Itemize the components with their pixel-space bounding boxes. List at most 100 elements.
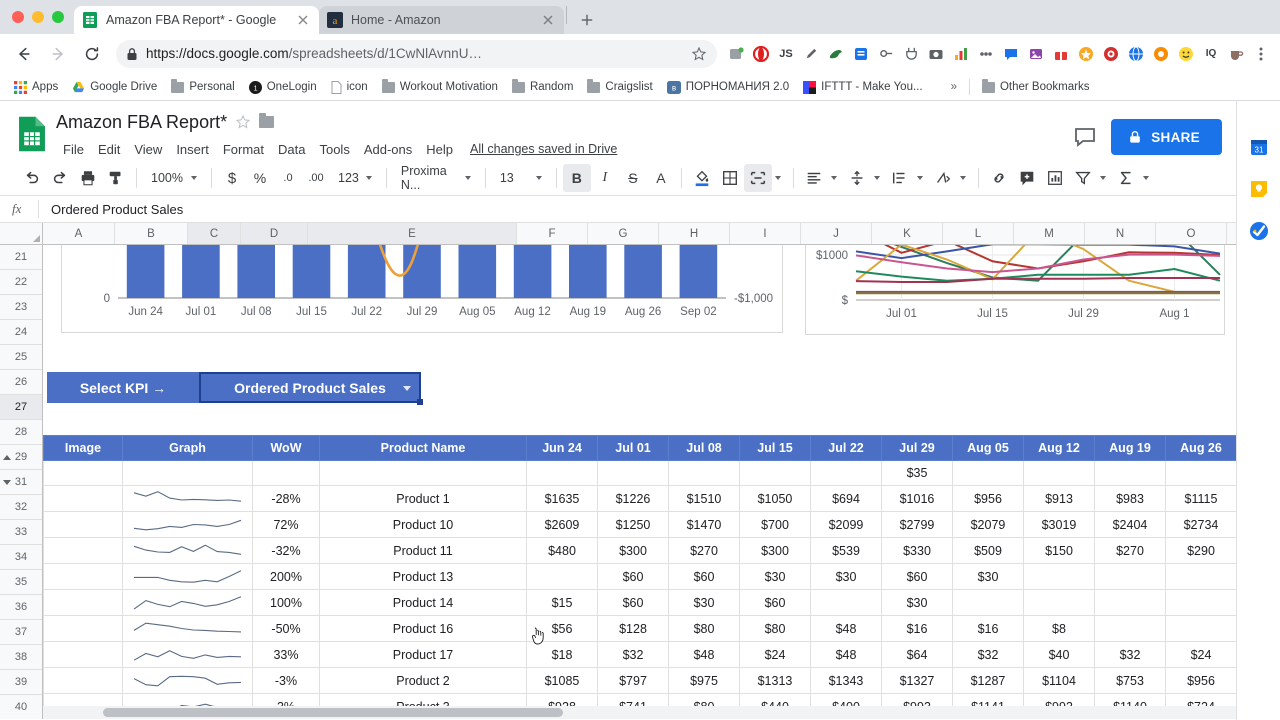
smiley-icon[interactable]: [1175, 43, 1197, 65]
cell-value[interactable]: $80: [739, 615, 811, 642]
cell-value[interactable]: $956: [1165, 667, 1237, 694]
column-header-i[interactable]: I: [730, 223, 801, 244]
row-header-37[interactable]: 37: [0, 620, 42, 645]
cell-value[interactable]: $913: [1023, 485, 1095, 512]
selection-fill-handle[interactable]: [417, 399, 423, 405]
star-icon[interactable]: [235, 114, 251, 130]
column-header-d[interactable]: D: [241, 223, 308, 244]
maximize-window-button[interactable]: [52, 11, 64, 23]
page-title[interactable]: Amazon FBA Report*: [56, 112, 227, 133]
menu-file[interactable]: File: [56, 139, 91, 160]
cell-value[interactable]: $30: [810, 563, 882, 590]
column-header-e[interactable]: E: [308, 223, 517, 244]
share-button[interactable]: SHARE: [1111, 119, 1222, 155]
bookmark-personal[interactable]: Personal: [165, 78, 240, 96]
keep-icon[interactable]: [1247, 177, 1271, 201]
kpi-dropdown[interactable]: Ordered Product Sales: [199, 372, 423, 405]
col-aug-26[interactable]: Aug 26: [1165, 435, 1237, 461]
globe-icon[interactable]: [1125, 43, 1147, 65]
col-jul-29[interactable]: Jul 29: [881, 435, 953, 461]
bars-icon[interactable]: [950, 43, 972, 65]
chevron-down-icon[interactable]: [830, 176, 837, 180]
cell-value[interactable]: [1094, 615, 1166, 642]
borders-button[interactable]: [716, 164, 744, 192]
col-aug-05[interactable]: Aug 05: [952, 435, 1024, 461]
cell-value[interactable]: $1115: [1165, 485, 1237, 512]
cell-value[interactable]: $2099: [810, 511, 882, 538]
row-header-27[interactable]: 27: [0, 395, 42, 420]
bird-icon[interactable]: [825, 43, 847, 65]
paint-format-button[interactable]: [102, 164, 130, 192]
bookmark-icon[interactable]: icon: [325, 78, 374, 97]
bookmark-other-bookmarks[interactable]: Other Bookmarks: [976, 78, 1095, 96]
increase-decimal-button[interactable]: .00: [302, 164, 330, 192]
cell-wow[interactable]: [252, 460, 320, 486]
cell-value[interactable]: $1050: [739, 485, 811, 512]
cell-value[interactable]: $1250: [597, 511, 669, 538]
cell-value[interactable]: $1226: [597, 485, 669, 512]
cell-value[interactable]: [1165, 563, 1237, 590]
cell-value[interactable]: $2079: [952, 511, 1024, 538]
filter-button[interactable]: [1069, 164, 1097, 192]
table-row[interactable]: -3% Product 2 $1085 $797 $975 $1313 $1343 $1327…: [43, 667, 1237, 694]
bookmark-random[interactable]: Random: [506, 78, 579, 96]
cell-value[interactable]: $1327: [881, 667, 953, 694]
forward-button[interactable]: [42, 38, 74, 70]
bar-chart[interactable]: 0250$0-$1,000Jun 24Jul 01Jul 08Jul 15Jul…: [61, 245, 783, 333]
cell-value[interactable]: $2734: [1165, 511, 1237, 538]
close-icon[interactable]: [295, 12, 311, 28]
row-header-23[interactable]: 23: [0, 295, 42, 320]
insert-link-button[interactable]: [985, 164, 1013, 192]
italic-button[interactable]: I: [591, 164, 619, 192]
cell-value[interactable]: $30: [881, 589, 953, 616]
row-header-35[interactable]: 35: [0, 570, 42, 595]
cell-image[interactable]: [43, 641, 123, 668]
cell-image[interactable]: [43, 563, 123, 590]
menu-help[interactable]: Help: [419, 139, 460, 160]
col-jul-15[interactable]: Jul 15: [739, 435, 811, 461]
col-jul-01[interactable]: Jul 01: [597, 435, 669, 461]
horizontal-scrollbar[interactable]: [43, 706, 1267, 719]
col-aug-12[interactable]: Aug 12: [1023, 435, 1095, 461]
table-row[interactable]: -28% Product 1 $1635 $1226 $1510 $1050 $694 $10…: [43, 485, 1237, 512]
tasks-icon[interactable]: [1247, 219, 1271, 243]
row-header-40[interactable]: 40: [0, 695, 42, 719]
cell-sparkline[interactable]: [122, 589, 253, 616]
vertical-align-button[interactable]: [843, 164, 871, 192]
cell-value[interactable]: $1510: [668, 485, 740, 512]
cell-value[interactable]: $60: [597, 563, 669, 590]
bookmark-workout-motivation[interactable]: Workout Motivation: [376, 78, 504, 96]
row-header-32[interactable]: 32: [0, 495, 42, 520]
row-header-28[interactable]: 28: [0, 420, 42, 445]
cell-value[interactable]: $700: [739, 511, 811, 538]
row-header-33[interactable]: 33: [0, 520, 42, 545]
row-header-24[interactable]: 24: [0, 320, 42, 345]
cell-image[interactable]: [43, 537, 123, 564]
cell-value[interactable]: [1023, 460, 1095, 486]
new-tab-button[interactable]: [573, 6, 601, 34]
cell-value[interactable]: $2404: [1094, 511, 1166, 538]
decrease-decimal-button[interactable]: .0: [274, 164, 302, 192]
menu-view[interactable]: View: [127, 139, 169, 160]
target-icon[interactable]: [1100, 43, 1122, 65]
row-header-39[interactable]: 39: [0, 670, 42, 695]
column-header-c[interactable]: C: [188, 223, 241, 244]
cell-image[interactable]: [43, 589, 123, 616]
col-graph[interactable]: Graph: [122, 435, 253, 461]
cell-value[interactable]: $32: [1094, 641, 1166, 668]
table-row[interactable]: 200% Product 13 $60 $60 $30 $30 $60 $30: [43, 563, 1237, 590]
undo-button[interactable]: [18, 164, 46, 192]
star-icon[interactable]: [691, 46, 707, 62]
cell-value[interactable]: $1085: [526, 667, 598, 694]
cell-value[interactable]: $24: [1165, 641, 1237, 668]
col-jul-08[interactable]: Jul 08: [668, 435, 740, 461]
bookmark-google-drive[interactable]: Google Drive: [66, 78, 163, 97]
menu-addons[interactable]: Add-ons: [357, 139, 419, 160]
col-product-name[interactable]: Product Name: [319, 435, 527, 461]
cell-value[interactable]: $128: [597, 615, 669, 642]
chevron-down-icon[interactable]: [916, 176, 923, 180]
font-size-selector[interactable]: 13: [492, 164, 550, 192]
cell-value[interactable]: $80: [668, 615, 740, 642]
cell-value[interactable]: [810, 460, 882, 486]
cell-value[interactable]: [1094, 589, 1166, 616]
